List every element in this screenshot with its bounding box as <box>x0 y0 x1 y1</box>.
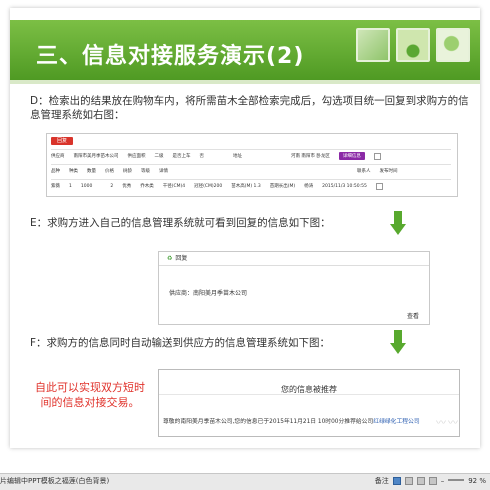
slideshow-icon[interactable] <box>428 477 437 485</box>
checkbox-icon[interactable] <box>373 152 381 160</box>
status-text: 片编辑中PPT模板之福莲(白色背景) <box>0 477 110 485</box>
view-link[interactable]: 查看 <box>407 311 419 320</box>
checkbox-icon[interactable] <box>375 182 383 190</box>
decor-signature: 〰〰 <box>436 418 460 429</box>
company-link[interactable]: 红绿绿化工程公司 <box>373 419 419 425</box>
title-stripe <box>10 80 480 84</box>
supplier-row: 供应商 南阳市美月季苗木公司 供应面积 二级 是否上车 否 地址 河南 南阳市 … <box>51 149 451 162</box>
table-row: 紫薇 1 1000 2 优秀 乔木类 干径(CM)4 冠径(CM)200 苗木高… <box>51 179 451 192</box>
notes-button[interactable]: 备注 <box>375 476 389 486</box>
reply-panel: ♻ 回复 供应商：南阳美月季苗木公司 查看 <box>158 251 430 325</box>
recommendation-body: 尊敬的南阳美月季苗木公司,您的信息已于2015年11月21日 10时00分推荐给… <box>163 419 420 425</box>
para-e: E：求购方进入自己的信息管理系统就可看到回复的信息如下图： <box>30 217 331 229</box>
search-results-panel: 回复 供应商 南阳市美月季苗木公司 供应面积 二级 是否上车 否 地址 河南 南… <box>46 133 458 197</box>
sorter-view-icon[interactable] <box>416 477 425 485</box>
leaf-thumbnail-3 <box>436 28 470 62</box>
recommendation-panel: 您的信息被推荐 尊敬的南阳美月季苗木公司,您的信息已于2015年11月21日 1… <box>158 369 460 437</box>
title-banner: 三、信息对接服务演示(2) <box>10 20 480 84</box>
zoom-level: 92 % <box>468 477 486 485</box>
red-note: 自此可以实现双方短时间的信息对接交易。 <box>35 381 145 409</box>
reply-button[interactable]: 回复 <box>51 137 73 145</box>
zoom-slider[interactable] <box>448 479 465 481</box>
status-bar: 片编辑中PPT模板之福莲(白色背景) 备注 – 92 % <box>0 473 490 490</box>
down-arrow-icon <box>390 211 406 235</box>
para-d: D：检索出的结果放在购物车内，将所需苗木全部检索完成后，勾选项目统一回复到求购方… <box>30 95 469 121</box>
zoom-out-icon[interactable]: – <box>441 477 445 485</box>
header-thumbnails <box>356 28 470 62</box>
recycle-icon: ♻ <box>167 255 173 262</box>
normal-view-icon[interactable] <box>392 477 401 485</box>
slide-canvas: 三、信息对接服务演示(2) D：检索出的结果放在购物车内，将所需苗木全部检索完成… <box>10 8 480 448</box>
down-arrow-icon <box>390 330 406 354</box>
leaf-thumbnail-1 <box>356 28 390 62</box>
outline-view-icon[interactable] <box>404 477 413 485</box>
detail-button[interactable]: 详细信息 <box>338 152 365 160</box>
table-header-row: 品种 种类 数量 价格 树龄 等级 详情 联系人 发布时间 <box>51 164 451 177</box>
divider <box>159 394 459 395</box>
slide-title: 三、信息对接服务演示(2) <box>36 44 305 69</box>
para-f: F：求购方的信息同时自动输送到供应方的信息管理系统如下图： <box>30 337 331 349</box>
supplier-label: 供应商：南阳美月季苗木公司 <box>169 290 248 297</box>
reply-panel-header: ♻ 回复 <box>159 252 429 266</box>
status-controls: 备注 – 92 % <box>375 476 486 486</box>
leaf-thumbnail-2 <box>396 28 430 62</box>
